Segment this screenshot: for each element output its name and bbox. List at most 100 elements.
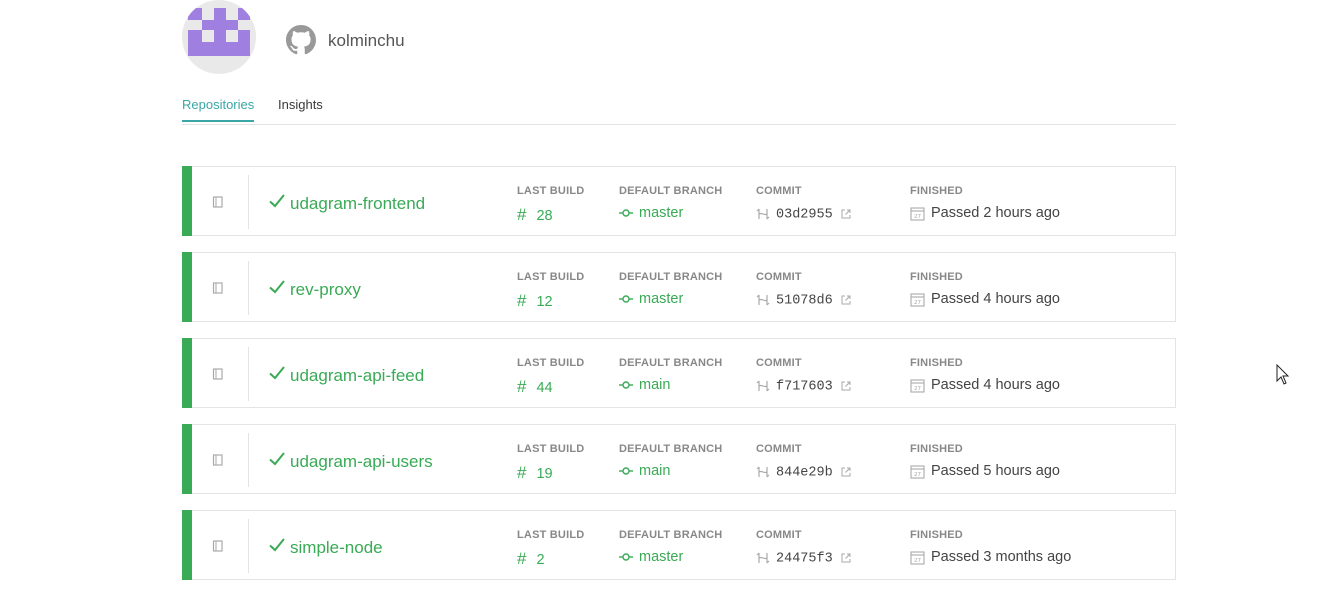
default-branch-label: DEFAULT BRANCH [619, 271, 723, 283]
status-bar [182, 252, 192, 322]
branch-name: main [639, 463, 671, 479]
last-build-label: LAST BUILD [517, 271, 585, 283]
external-link-icon[interactable] [841, 295, 851, 305]
build-number-link[interactable]: #19 [517, 463, 553, 483]
username[interactable]: kolminchu [328, 31, 405, 51]
branch-icon [619, 467, 633, 475]
finished-label: FINISHED [910, 185, 963, 197]
finished-time: 27 Passed 4 hours ago [910, 291, 1060, 307]
repo-row[interactable]: simple-node LAST BUILD #2 DEFAULT BRANCH… [182, 510, 1176, 580]
mouse-cursor-icon [1276, 364, 1290, 385]
tab-insights[interactable]: Insights [278, 97, 323, 120]
branch-link[interactable]: master [619, 291, 683, 307]
commit-link[interactable]: 03d2955 [756, 207, 851, 223]
commit-sha: 24475f3 [776, 551, 833, 567]
commit-link[interactable]: 24475f3 [756, 551, 851, 567]
commit-icon [756, 552, 770, 564]
last-build-label: LAST BUILD [517, 529, 585, 541]
repo-row[interactable]: udagram-api-users LAST BUILD #19 DEFAULT… [182, 424, 1176, 494]
check-icon [269, 280, 285, 294]
external-link-icon[interactable] [841, 553, 851, 563]
divider [248, 175, 249, 229]
finished-text: Passed 3 months ago [931, 549, 1072, 565]
commit-label: COMMIT [756, 271, 802, 283]
book-icon [212, 196, 223, 208]
finished-text: Passed 4 hours ago [931, 377, 1060, 393]
svg-text:27: 27 [914, 386, 921, 392]
branch-icon [619, 553, 633, 561]
repo-row[interactable]: udagram-api-feed LAST BUILD #44 DEFAULT … [182, 338, 1176, 408]
commit-label: COMMIT [756, 185, 802, 197]
commit-label: COMMIT [756, 357, 802, 369]
commit-link[interactable]: 51078d6 [756, 293, 851, 309]
repo-name-link[interactable]: rev-proxy [290, 280, 361, 300]
repo-name-link[interactable]: simple-node [290, 538, 383, 558]
finished-text: Passed 2 hours ago [931, 205, 1060, 221]
commit-icon [756, 380, 770, 392]
repo-row[interactable]: udagram-frontend LAST BUILD #28 DEFAULT … [182, 166, 1176, 236]
finished-label: FINISHED [910, 271, 963, 283]
build-number-link[interactable]: #2 [517, 549, 545, 569]
branch-link[interactable]: master [619, 549, 683, 565]
branch-link[interactable]: main [619, 463, 670, 479]
status-bar [182, 510, 192, 580]
commit-icon [756, 294, 770, 306]
svg-text:27: 27 [914, 214, 921, 220]
build-number: 44 [536, 380, 553, 396]
commit-link[interactable]: 844e29b [756, 465, 851, 481]
build-number-link[interactable]: #28 [517, 205, 553, 225]
tab-repositories[interactable]: Repositories [182, 97, 255, 122]
commit-icon [756, 208, 770, 220]
commit-label: COMMIT [756, 443, 802, 455]
finished-time: 27 Passed 3 months ago [910, 549, 1071, 565]
commit-link[interactable]: f717603 [756, 379, 851, 395]
repo-name-link[interactable]: udagram-api-feed [290, 366, 424, 386]
build-number-link[interactable]: #44 [517, 377, 553, 397]
commit-label: COMMIT [756, 529, 802, 541]
divider [248, 519, 249, 573]
external-link-icon[interactable] [841, 209, 851, 219]
build-number: 19 [536, 466, 553, 482]
commit-sha: 51078d6 [776, 293, 833, 309]
build-number: 2 [536, 552, 545, 568]
branch-name: master [639, 549, 684, 565]
repo-row[interactable]: rev-proxy LAST BUILD #12 DEFAULT BRANCH … [182, 252, 1176, 322]
build-number-link[interactable]: #12 [517, 291, 553, 311]
default-branch-label: DEFAULT BRANCH [619, 185, 723, 197]
branch-icon [619, 381, 633, 389]
branch-icon [619, 295, 633, 303]
check-icon [269, 452, 285, 466]
svg-text:27: 27 [914, 472, 921, 478]
hash-icon: # [517, 291, 527, 310]
repo-name-link[interactable]: udagram-api-users [290, 452, 433, 472]
calendar-icon: 27 [910, 207, 925, 221]
github-icon [286, 25, 316, 55]
finished-label: FINISHED [910, 529, 963, 541]
check-icon [269, 366, 285, 380]
calendar-icon: 27 [910, 293, 925, 307]
finished-time: 27 Passed 5 hours ago [910, 463, 1060, 479]
book-icon [212, 454, 223, 466]
finished-time: 27 Passed 4 hours ago [910, 377, 1060, 393]
branch-link[interactable]: master [619, 205, 683, 221]
last-build-label: LAST BUILD [517, 185, 585, 197]
default-branch-label: DEFAULT BRANCH [619, 529, 723, 541]
check-icon [269, 194, 285, 208]
status-bar [182, 166, 192, 236]
book-icon [212, 282, 223, 294]
last-build-label: LAST BUILD [517, 357, 585, 369]
book-icon [212, 540, 223, 552]
finished-label: FINISHED [910, 443, 963, 455]
branch-name: master [639, 205, 684, 221]
hash-icon: # [517, 463, 527, 482]
default-branch-label: DEFAULT BRANCH [619, 443, 723, 455]
commit-sha: 844e29b [776, 465, 833, 481]
repository-list: udagram-frontend LAST BUILD #28 DEFAULT … [182, 166, 1176, 596]
branch-link[interactable]: main [619, 377, 670, 393]
external-link-icon[interactable] [841, 467, 851, 477]
build-number: 28 [536, 208, 553, 224]
finished-time: 27 Passed 2 hours ago [910, 205, 1060, 221]
repo-name-link[interactable]: udagram-frontend [290, 194, 425, 214]
external-link-icon[interactable] [841, 381, 851, 391]
check-icon [269, 538, 285, 552]
